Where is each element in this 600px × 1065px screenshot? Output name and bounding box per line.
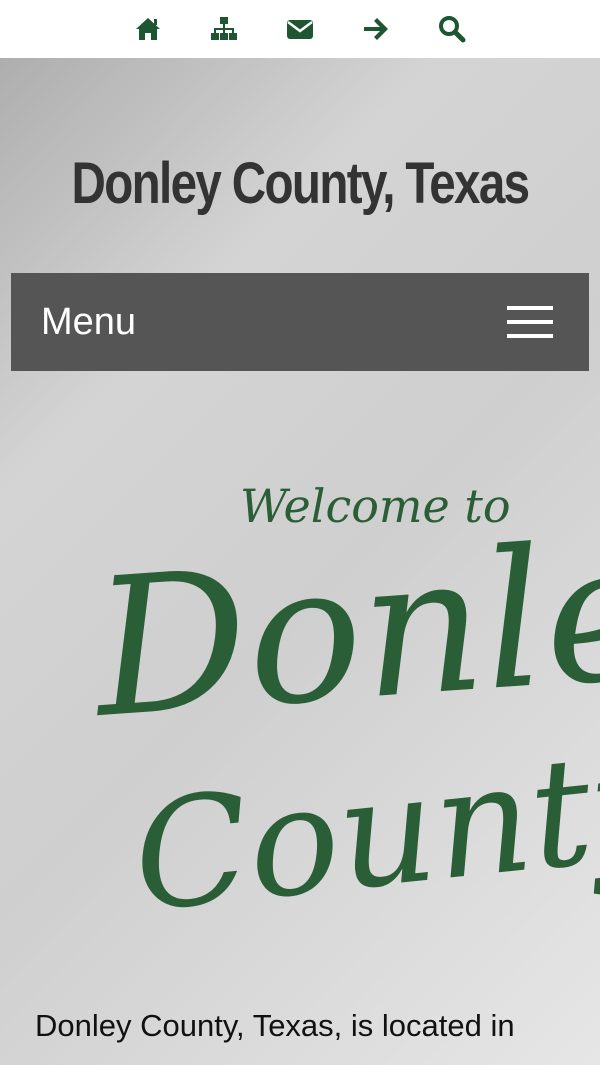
search-link[interactable] bbox=[414, 0, 490, 58]
site-title[interactable]: Donley County, Texas bbox=[54, 150, 546, 217]
search-icon bbox=[439, 16, 466, 43]
menu-label: Menu bbox=[41, 300, 137, 343]
menu-toggle[interactable]: Menu bbox=[11, 273, 589, 371]
arrow-right-icon bbox=[364, 18, 388, 40]
welcome-logo: Welcome to Donley County bbox=[85, 479, 600, 946]
logo-line-donley: Donley bbox=[85, 493, 600, 761]
sitemap-icon bbox=[211, 17, 237, 40]
sitemap-link[interactable] bbox=[186, 0, 262, 58]
forward-link[interactable] bbox=[338, 0, 414, 58]
top-icon-bar bbox=[0, 0, 600, 58]
envelope-icon bbox=[287, 20, 313, 39]
email-link[interactable] bbox=[262, 0, 338, 58]
intro-text: Donley County, Texas, is located in bbox=[35, 1008, 515, 1043]
hamburger-icon bbox=[507, 306, 553, 338]
home-link[interactable] bbox=[110, 0, 186, 58]
home-icon bbox=[136, 18, 160, 40]
